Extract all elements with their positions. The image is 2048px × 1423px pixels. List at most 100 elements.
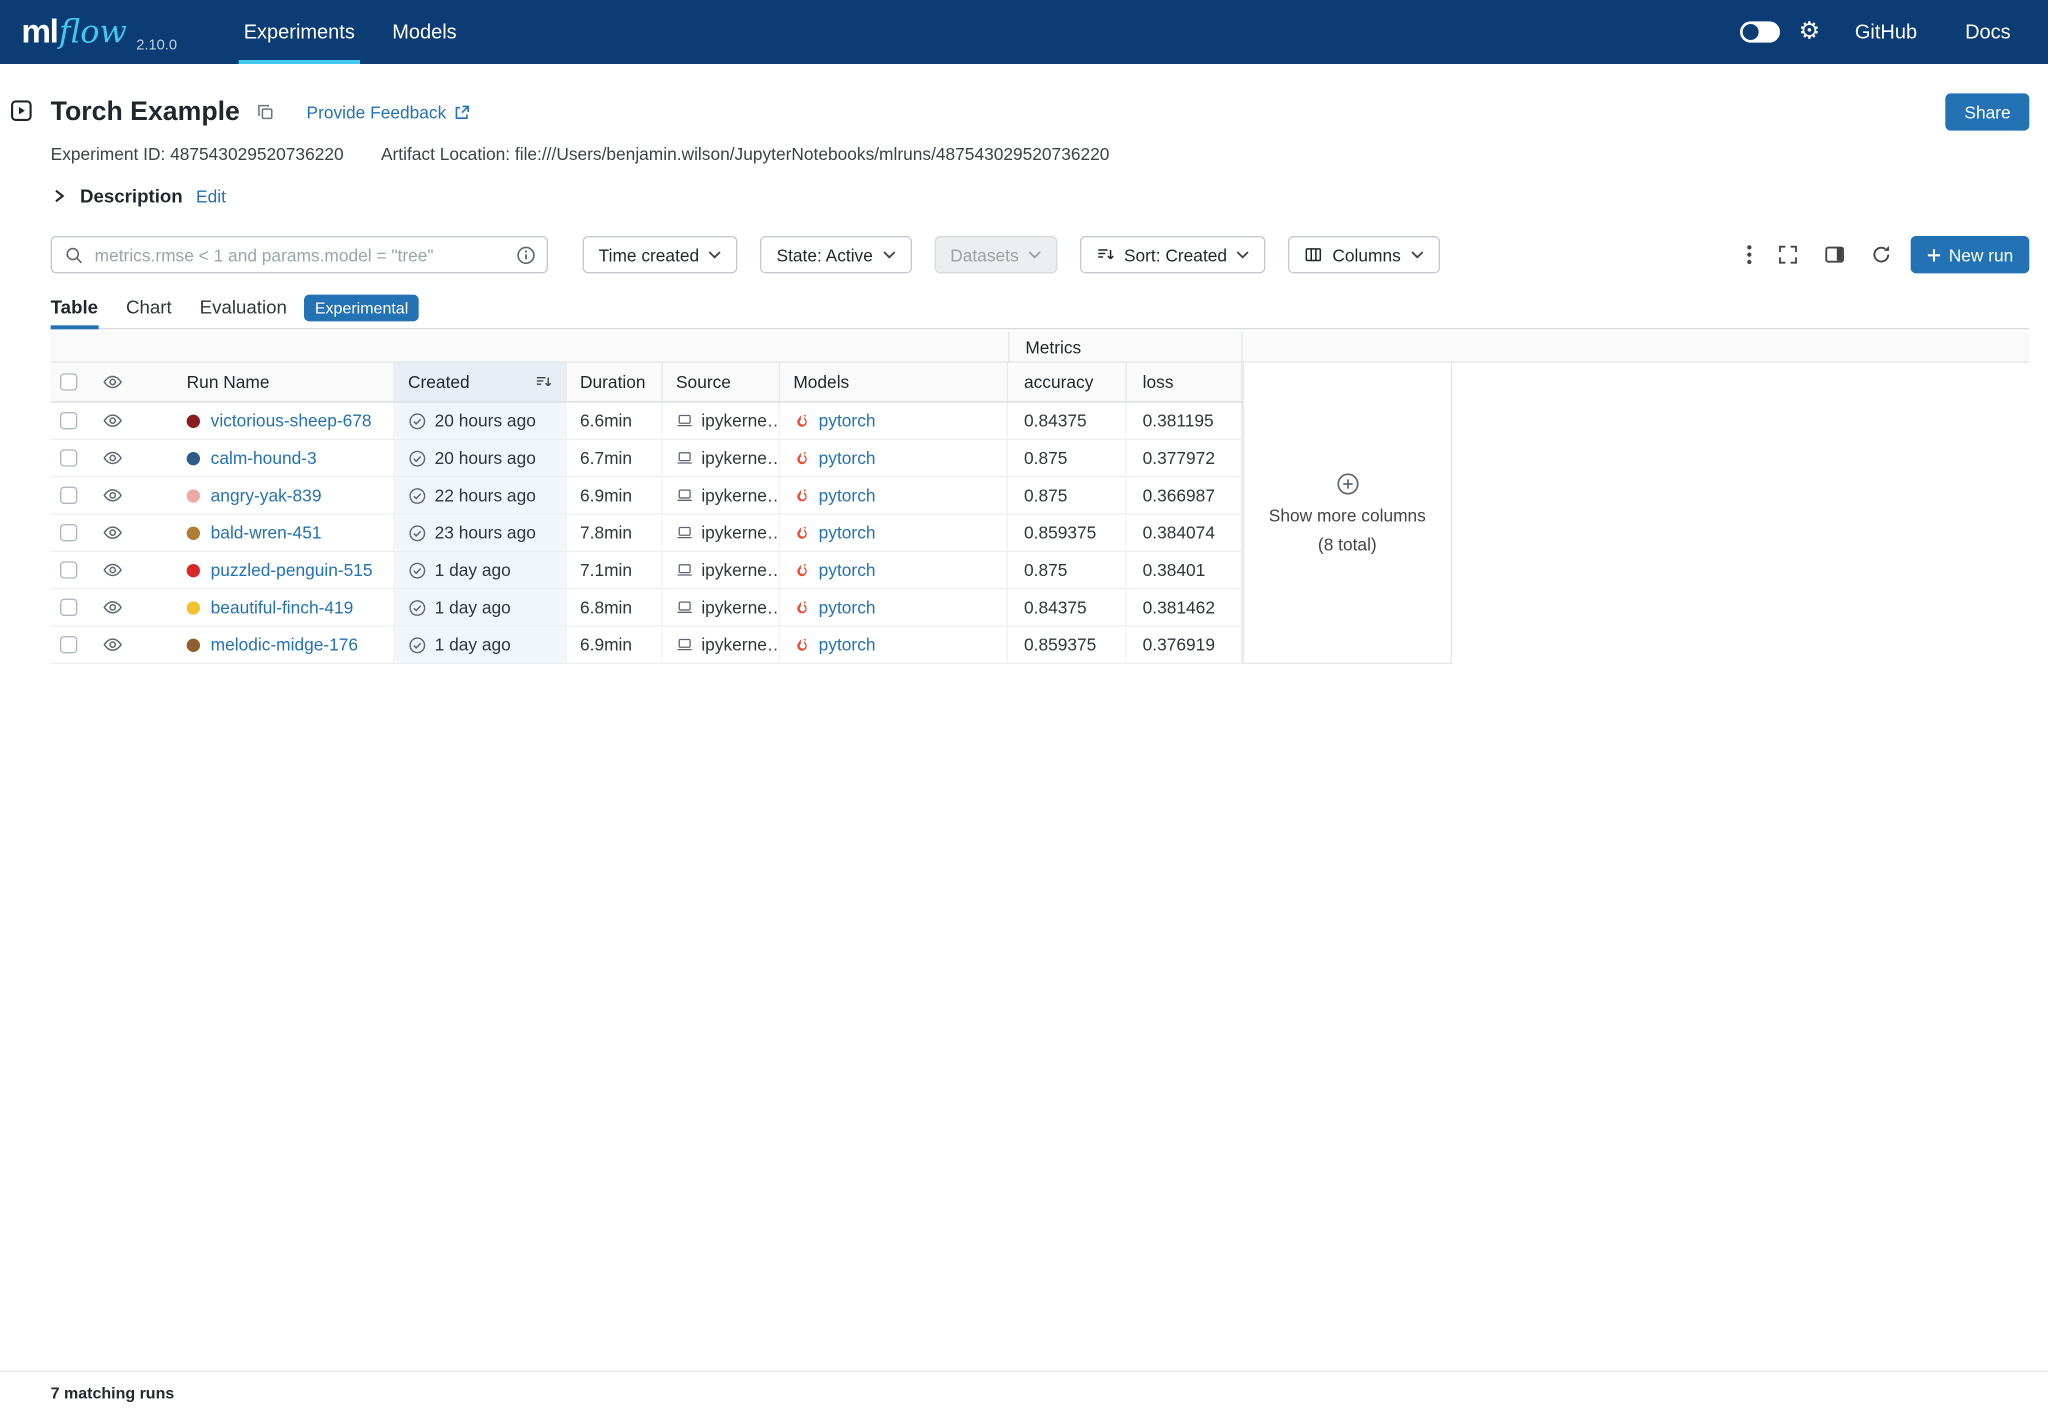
- run-accuracy-cell: 0.859375: [1008, 627, 1127, 663]
- experiment-icon: [11, 100, 32, 121]
- col-models[interactable]: Models: [780, 363, 1008, 402]
- tab-chart[interactable]: Chart: [126, 296, 172, 328]
- theme-toggle[interactable]: [1740, 21, 1780, 42]
- model-link[interactable]: pytorch: [819, 448, 876, 468]
- mlflow-logo[interactable]: mlflow 2.10.0: [21, 0, 177, 64]
- chevron-down-icon: [1028, 251, 1041, 259]
- time-created-filter-label: Time created: [599, 245, 700, 265]
- more-options-kebab-icon[interactable]: [1746, 244, 1751, 265]
- run-source-text: ipykerne…: [701, 411, 780, 431]
- run-created-cell: 1 day ago: [395, 627, 567, 663]
- run-name-link[interactable]: victorious-sheep-678: [211, 411, 372, 431]
- notebook-icon: [676, 561, 693, 578]
- col-duration[interactable]: Duration: [567, 363, 663, 402]
- search-input[interactable]: [51, 236, 548, 273]
- pytorch-icon: [793, 487, 810, 504]
- run-name-link[interactable]: bald-wren-451: [211, 523, 322, 543]
- info-icon[interactable]: [516, 245, 536, 265]
- model-link[interactable]: pytorch: [819, 411, 876, 431]
- show-more-columns-button[interactable]: Show more columns (8 total): [1243, 363, 1452, 664]
- row-checkbox[interactable]: [60, 524, 77, 541]
- notebook-icon: [676, 487, 693, 504]
- visibility-eye-icon[interactable]: [103, 448, 123, 468]
- model-link[interactable]: pytorch: [819, 523, 876, 543]
- nav-docs[interactable]: Docs: [1946, 21, 2029, 44]
- run-name-link[interactable]: angry-yak-839: [211, 485, 322, 505]
- visibility-eye-icon[interactable]: [103, 560, 123, 580]
- tab-evaluation[interactable]: Evaluation: [200, 296, 287, 328]
- visibility-eye-icon[interactable]: [103, 635, 123, 655]
- new-run-button[interactable]: New run: [1910, 236, 2029, 273]
- col-created[interactable]: Created: [395, 363, 567, 402]
- run-duration-cell: 6.9min: [567, 477, 663, 513]
- col-source[interactable]: Source: [663, 363, 780, 402]
- run-color-dot: [187, 638, 200, 651]
- table-row: melodic-midge-176 1 day ago 6.9min ipyke…: [51, 627, 1243, 664]
- state-filter-button[interactable]: State: Active: [761, 236, 912, 273]
- refresh-icon[interactable]: [1870, 244, 1891, 265]
- model-link[interactable]: pytorch: [819, 597, 876, 617]
- run-models-cell: pytorch: [780, 515, 1008, 551]
- run-name-link[interactable]: beautiful-finch-419: [211, 597, 354, 617]
- row-checkbox[interactable]: [60, 487, 77, 504]
- table-row: angry-yak-839 22 hours ago 6.9min ipyker…: [51, 477, 1243, 514]
- col-run-name[interactable]: Run Name: [147, 363, 395, 402]
- visibility-eye-icon[interactable]: [103, 372, 123, 392]
- chevron-right-icon[interactable]: [51, 188, 67, 204]
- row-checkbox[interactable]: [60, 636, 77, 653]
- run-source-cell: ipykerne…: [663, 627, 780, 663]
- pytorch-icon: [793, 636, 810, 653]
- nav-experiments[interactable]: Experiments: [225, 0, 373, 64]
- run-loss-cell: 0.377972: [1127, 440, 1243, 476]
- row-checkbox[interactable]: [60, 412, 77, 429]
- run-source-cell: ipykerne…: [663, 403, 780, 439]
- row-checkbox[interactable]: [60, 449, 77, 466]
- run-loss-cell: 0.381462: [1127, 589, 1243, 625]
- datasets-filter-button[interactable]: Datasets: [934, 236, 1057, 273]
- visibility-eye-icon[interactable]: [103, 411, 123, 431]
- model-link[interactable]: pytorch: [819, 560, 876, 580]
- run-name-link[interactable]: puzzled-penguin-515: [211, 560, 373, 580]
- provide-feedback-label: Provide Feedback: [307, 102, 447, 122]
- provide-feedback-link[interactable]: Provide Feedback: [307, 102, 471, 122]
- run-name-cell: puzzled-penguin-515: [147, 552, 395, 588]
- model-link[interactable]: pytorch: [819, 485, 876, 505]
- col-loss[interactable]: loss: [1127, 363, 1243, 402]
- row-checkbox[interactable]: [60, 599, 77, 616]
- experiment-id-label: Experiment ID: 487543029520736220: [51, 144, 344, 164]
- description-edit-link[interactable]: Edit: [196, 186, 226, 206]
- side-panel-icon[interactable]: [1823, 244, 1844, 265]
- col-accuracy[interactable]: accuracy: [1008, 363, 1127, 402]
- gear-icon[interactable]: ⚙: [1799, 20, 1821, 44]
- tab-table[interactable]: Table: [51, 296, 98, 328]
- run-source-text: ipykerne…: [701, 560, 780, 580]
- select-all-checkbox[interactable]: [60, 373, 77, 390]
- run-color-dot: [187, 601, 200, 614]
- version-label: 2.10.0: [136, 37, 177, 64]
- nav-models[interactable]: Models: [374, 0, 476, 64]
- run-name-link[interactable]: calm-hound-3: [211, 448, 317, 468]
- fullscreen-icon[interactable]: [1777, 244, 1798, 265]
- time-created-filter-button[interactable]: Time created: [583, 236, 738, 273]
- run-created-text: 22 hours ago: [435, 485, 536, 505]
- visibility-eye-icon[interactable]: [103, 523, 123, 543]
- row-checkbox[interactable]: [60, 561, 77, 578]
- notebook-icon: [676, 524, 693, 541]
- nav-github[interactable]: GitHub: [1836, 21, 1936, 44]
- run-name-link[interactable]: melodic-midge-176: [211, 635, 358, 655]
- page-title: Torch Example: [51, 97, 240, 128]
- run-accuracy-cell: 0.875: [1008, 552, 1127, 588]
- visibility-eye-icon[interactable]: [103, 485, 123, 505]
- share-button[interactable]: Share: [1946, 93, 2030, 130]
- metrics-group-header: Metrics: [1008, 332, 1243, 363]
- visibility-eye-icon[interactable]: [103, 597, 123, 617]
- finished-check-icon: [408, 598, 427, 617]
- pytorch-icon: [793, 561, 810, 578]
- sort-button[interactable]: Sort: Created: [1080, 236, 1266, 273]
- copy-icon[interactable]: [256, 103, 275, 122]
- columns-button[interactable]: Columns: [1288, 236, 1439, 273]
- model-link[interactable]: pytorch: [819, 635, 876, 655]
- run-duration-cell: 6.7min: [567, 440, 663, 476]
- run-source-text: ipykerne…: [701, 448, 780, 468]
- run-color-dot: [187, 563, 200, 576]
